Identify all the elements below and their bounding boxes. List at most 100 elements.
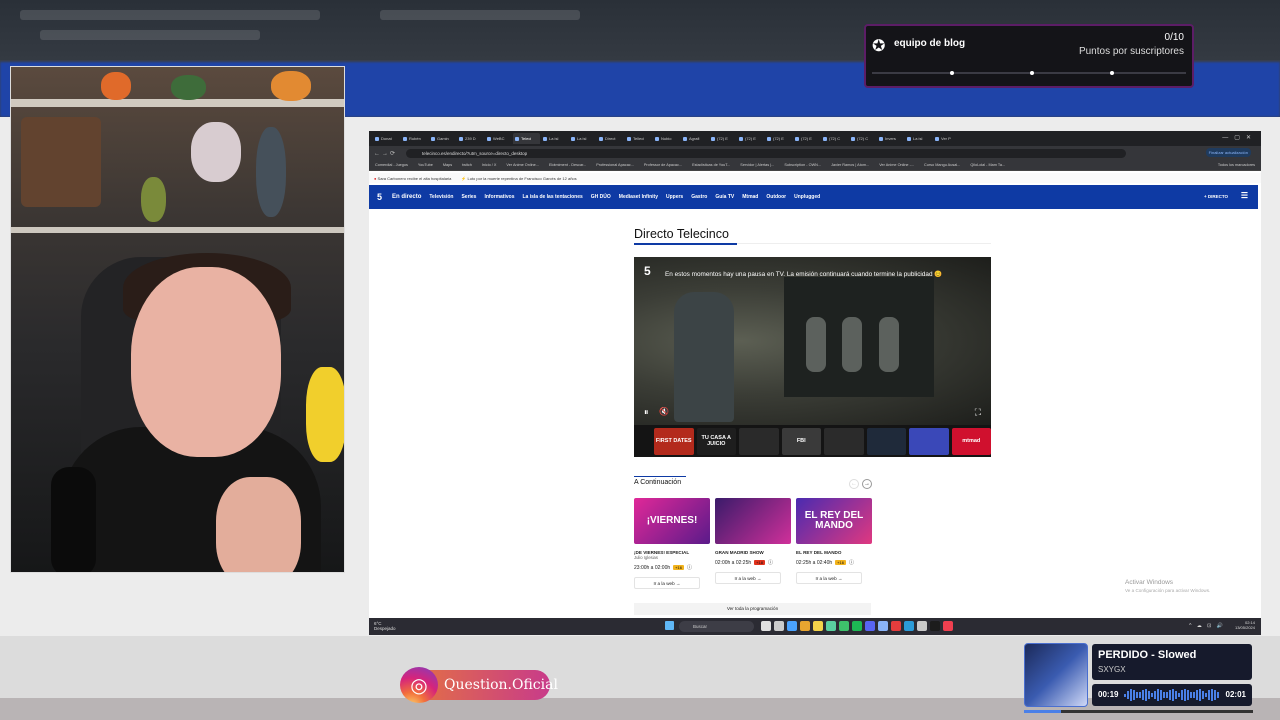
channel-thumbnail[interactable] <box>739 427 779 455</box>
start-icon[interactable] <box>665 621 674 630</box>
weather-widget[interactable]: 6°C Despejado <box>374 621 396 631</box>
taskbar-app-icon[interactable] <box>930 621 940 631</box>
browser-tab[interactable]: La isl <box>569 133 596 144</box>
taskbar-app-icon[interactable] <box>813 621 823 631</box>
browser-tab[interactable]: Invers <box>877 133 904 144</box>
pause-icon[interactable]: ⏸ <box>644 407 649 418</box>
prev-arrow-icon[interactable]: ← <box>849 479 859 489</box>
channel-thumbnail[interactable]: FIRST DATES <box>654 427 694 455</box>
info-icon[interactable]: ⓘ <box>768 559 773 566</box>
bookmark-item[interactable]: Javier Ramos | Atom... <box>831 163 869 167</box>
bookmark-item[interactable]: Ver Anime Online... <box>506 163 539 167</box>
card-image[interactable]: EL REY DEL MANDO <box>796 498 872 544</box>
browser-tab[interactable]: La isl <box>541 133 568 144</box>
browser-tab[interactable]: (72) C <box>849 133 876 144</box>
news-item[interactable]: ⚡ Luto por la muerte repentina de Franci… <box>461 176 576 181</box>
url-field[interactable]: telecinco.es/endirecto/?utm_source=direc… <box>406 148 1126 158</box>
other-bookmarks[interactable]: Todos los marcadores <box>1218 163 1255 167</box>
channel-thumbnail[interactable] <box>866 427 906 455</box>
system-tray-icons[interactable]: ^ ☁ ⊡ 🔊 <box>1189 623 1225 629</box>
browser-tab[interactable]: Direct <box>597 133 624 144</box>
video-player[interactable]: 5 En estos momentos hay una pausa en TV.… <box>634 257 991 457</box>
browser-tab[interactable]: Teleci <box>513 133 540 144</box>
taskbar-app-icon[interactable] <box>839 621 849 631</box>
taskbar-app-icon[interactable] <box>800 621 810 631</box>
bookmark-item[interactable]: Subscription - OWN... <box>784 163 821 167</box>
bookmark-item[interactable]: Comerdial - Juegos <box>375 163 408 167</box>
mute-icon[interactable]: 🔇 <box>659 407 669 416</box>
browser-tab[interactable]: (72) E <box>737 133 764 144</box>
browser-tab[interactable]: Nubio <box>653 133 680 144</box>
nav-item[interactable]: Televisión <box>429 194 453 200</box>
telecinco-logo[interactable]: 5 <box>377 192 382 202</box>
directo-link[interactable]: + DIRECTO <box>1204 194 1228 199</box>
browser-tab[interactable]: Ver P <box>933 133 960 144</box>
browser-tab[interactable]: Gamin <box>429 133 456 144</box>
update-button[interactable]: Finalizar actualización <box>1205 148 1251 157</box>
browser-tab[interactable]: (72) E <box>793 133 820 144</box>
channel-thumbnail[interactable]: mtmad <box>951 427 991 455</box>
nav-item[interactable]: GH DÚO <box>591 194 611 200</box>
nav-item[interactable]: Outdoor <box>766 194 786 200</box>
bookmark-item[interactable]: Elotmiment - Descar... <box>549 163 586 167</box>
taskbar-app-icon[interactable] <box>878 621 888 631</box>
card-image[interactable]: ¡VIERNES! <box>634 498 710 544</box>
taskbar-app-icon[interactable] <box>761 621 771 631</box>
nav-buttons-icon[interactable]: ←→⟳ <box>374 150 406 157</box>
browser-tab[interactable]: Agrafi <box>681 133 708 144</box>
card-web-button[interactable]: Ir a la web → <box>796 572 862 584</box>
taskbar-app-icon[interactable] <box>865 621 875 631</box>
taskbar-app-icon[interactable] <box>852 621 862 631</box>
window-controls[interactable]: —▢✕ <box>1222 134 1257 141</box>
channel-thumbnail[interactable] <box>909 427 949 455</box>
bookmark-item[interactable]: Ver Anime Online -... <box>879 163 914 167</box>
bookmark-item[interactable]: Inicio / X <box>482 163 497 167</box>
taskbar-app-icon[interactable] <box>891 621 901 631</box>
info-icon[interactable]: ⓘ <box>849 559 854 566</box>
bookmark-item[interactable]: Professor de Apacac... <box>644 163 682 167</box>
taskbar-search[interactable]: Buscar <box>679 621 754 632</box>
channel-thumbnail[interactable]: TU CASA A JUICIO <box>696 427 736 455</box>
browser-tab[interactable]: (72) C <box>821 133 848 144</box>
nav-item[interactable]: Mediaset Infinity <box>619 194 658 200</box>
taskbar-app-icon[interactable] <box>787 621 797 631</box>
browser-tab[interactable]: La isl <box>905 133 932 144</box>
nav-live-link[interactable]: En directo <box>392 194 421 200</box>
nav-item[interactable]: Mtmad <box>742 194 758 200</box>
taskbar-app-icon[interactable] <box>826 621 836 631</box>
card-image[interactable] <box>715 498 791 544</box>
taskbar-app-icon[interactable] <box>904 621 914 631</box>
channel-thumbnail[interactable]: FBI <box>781 427 821 455</box>
nav-item[interactable]: Gastro <box>691 194 707 200</box>
bookmark-item[interactable]: Estadísticas de YouT... <box>692 163 730 167</box>
nav-item[interactable]: Informativos <box>484 194 514 200</box>
browser-tab[interactable]: (72) E <box>709 133 736 144</box>
taskbar-app-icon[interactable] <box>917 621 927 631</box>
browser-tab[interactable]: Donat <box>373 133 400 144</box>
all-programming-button[interactable]: Ver toda la programación <box>634 603 871 615</box>
next-arrow-icon[interactable]: → <box>862 479 872 489</box>
nav-item[interactable]: Guía TV <box>715 194 734 200</box>
news-item[interactable]: ● Sara Carbonero recibe el alta hospital… <box>374 176 451 181</box>
taskbar-app-icon[interactable] <box>943 621 953 631</box>
browser-tab[interactable]: 239 D <box>457 133 484 144</box>
bookmark-item[interactable]: QiloLolal - Mam Ta... <box>970 163 1005 167</box>
hamburger-menu-icon[interactable]: ☰ <box>1241 191 1248 200</box>
fullscreen-icon[interactable]: ⛶ <box>975 407 981 418</box>
card-web-button[interactable]: Ir a la web → <box>715 572 781 584</box>
bookmark-item[interactable]: YouTube <box>418 163 433 167</box>
nav-item[interactable]: Series <box>461 194 476 200</box>
card-web-button[interactable]: Ir a la web → <box>634 577 700 589</box>
info-icon[interactable]: ⓘ <box>687 564 692 571</box>
bookmark-item[interactable]: Curso Mangu Ausal... <box>924 163 960 167</box>
browser-tab[interactable]: (72) E <box>765 133 792 144</box>
channel-thumbnail[interactable] <box>824 427 864 455</box>
nav-item[interactable]: Unplugged <box>794 194 820 200</box>
bookmark-item[interactable]: Professional Apacac... <box>596 163 634 167</box>
taskbar-clock[interactable]: 02:14 13/05/2024 <box>1235 620 1255 630</box>
browser-tab[interactable]: Telleci <box>625 133 652 144</box>
bookmark-item[interactable]: twitch <box>462 163 472 167</box>
browser-tab[interactable]: WeBC <box>485 133 512 144</box>
taskbar-app-icon[interactable] <box>774 621 784 631</box>
nav-item[interactable]: Uppers <box>666 194 683 200</box>
